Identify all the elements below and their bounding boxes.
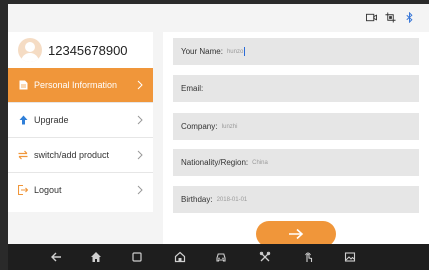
- switch-icon: [18, 150, 28, 160]
- personal-information-form: Your Name: hunzo Email: Company: Iunzhi …: [163, 32, 429, 244]
- sidebar-item-label: Upgrade: [34, 114, 69, 125]
- gallery-icon[interactable]: [344, 251, 356, 263]
- screenshot-icon: [385, 12, 396, 23]
- profile-header: 12345678900: [8, 32, 153, 68]
- field-label: Company:: [181, 122, 218, 131]
- birthday-field[interactable]: Birthday: 2018-01-01: [173, 186, 419, 213]
- app-screen: 12345678900 Personal Information Upgrade…: [8, 4, 429, 244]
- arrow-up-icon: [18, 115, 28, 125]
- car-icon[interactable]: [215, 251, 227, 263]
- app-home-icon[interactable]: [174, 251, 186, 263]
- recent-apps-icon[interactable]: [131, 251, 143, 263]
- avatar: [18, 38, 42, 62]
- field-label: Birthday:: [181, 195, 213, 204]
- username: 12345678900: [48, 42, 128, 58]
- chevron-right-icon: [133, 80, 147, 90]
- system-navigation-bar: [8, 244, 429, 270]
- video-icon: [366, 13, 377, 22]
- your-name-value: hunzo: [226, 48, 244, 55]
- text-cursor: [244, 47, 246, 56]
- chevron-right-icon: [133, 115, 147, 125]
- sidebar-item-label: Personal Information: [34, 80, 118, 90]
- field-label: Nationality/Region:: [181, 158, 249, 167]
- nationality-region-value: China: [252, 159, 268, 166]
- company-value: Iunzhi: [221, 123, 238, 130]
- next-button[interactable]: [256, 221, 336, 244]
- status-bar: [8, 4, 429, 32]
- sidebar-item-logout[interactable]: Logout: [8, 172, 153, 206]
- your-name-field[interactable]: Your Name: hunzo: [173, 38, 419, 65]
- chevron-right-icon: [133, 185, 147, 195]
- chevron-right-icon: [133, 150, 147, 160]
- touch-icon[interactable]: [302, 251, 314, 263]
- field-label: Your Name:: [181, 47, 223, 56]
- bluetooth-icon: [406, 12, 413, 23]
- sidebar-item-personal-information[interactable]: Personal Information: [8, 68, 153, 102]
- sidebar: 12345678900 Personal Information Upgrade…: [8, 32, 153, 212]
- arrow-right-icon: [289, 228, 304, 240]
- tools-icon[interactable]: [259, 251, 271, 263]
- sidebar-item-switch-add-product[interactable]: switch/add product: [8, 137, 153, 171]
- nationality-region-field[interactable]: Nationality/Region: China: [173, 149, 419, 176]
- company-field[interactable]: Company: Iunzhi: [173, 113, 419, 140]
- home-icon[interactable]: [90, 251, 102, 263]
- field-label: Email:: [181, 84, 204, 93]
- back-icon[interactable]: [50, 251, 62, 263]
- logout-icon: [18, 184, 28, 195]
- document-icon: [18, 80, 28, 90]
- sidebar-item-upgrade[interactable]: Upgrade: [8, 102, 153, 136]
- email-field[interactable]: Email:: [173, 75, 419, 102]
- birthday-value: 2018-01-01: [216, 196, 248, 203]
- sidebar-item-label: Logout: [34, 184, 62, 195]
- sidebar-item-label: switch/add product: [34, 149, 110, 160]
